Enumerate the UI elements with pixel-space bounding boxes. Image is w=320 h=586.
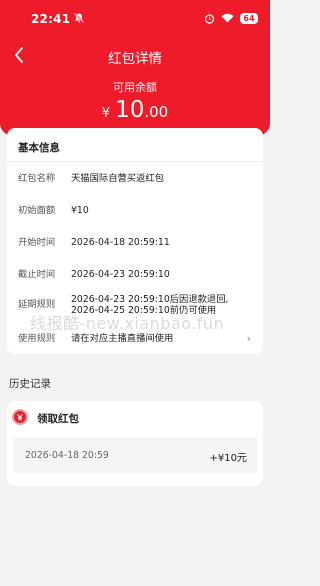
- row-key: 红包名称: [18, 173, 56, 184]
- status-bar: 22:41 64: [0, 0, 270, 38]
- chevron-right-icon[interactable]: ›: [247, 332, 251, 345]
- currency-symbol: ¥: [101, 106, 111, 121]
- history-record-name: 领取红包: [37, 413, 79, 425]
- amount-integer: 10: [115, 97, 145, 123]
- row-value: ¥10: [71, 205, 89, 216]
- amount-decimal: .00: [144, 103, 169, 121]
- status-time: 22:41: [31, 12, 71, 26]
- row-key: 开始时间: [18, 237, 56, 248]
- history-entry-amount: +¥10元: [209, 453, 247, 464]
- row-value: 2026-04-18 20:59:11: [71, 237, 170, 248]
- card-title: 基本信息: [18, 142, 60, 154]
- divider: [7, 161, 263, 162]
- basic-info-card: 基本信息 红包名称 天猫国际自营买返红包 初始面额 ¥10 开始时间 2026-…: [7, 128, 263, 354]
- row-key: 使用规则: [18, 333, 56, 344]
- balance-label: 可用余额: [113, 81, 157, 94]
- row-value: 2026-04-23 20:59:10: [71, 269, 170, 280]
- status-icons: 64: [204, 12, 258, 24]
- balance-amount: ¥10.00: [0, 97, 270, 123]
- alarm-icon: [204, 13, 215, 24]
- row-value: 请在对应主播直播间使用: [71, 333, 174, 344]
- row-value-line2: 2026-04-25 20:59:10前仍可使用: [71, 305, 217, 316]
- battery-icon: 64: [240, 12, 258, 24]
- row-key: 截止时间: [18, 269, 56, 280]
- header: 22:41 64 红包详情 可用余额 ¥10.00: [0, 0, 270, 140]
- wifi-icon: [221, 13, 234, 23]
- row-key: 延期规则: [18, 299, 56, 310]
- bell-muted-icon: [73, 12, 85, 24]
- history-title: 历史记录: [9, 378, 51, 390]
- page-title: 红包详情: [108, 51, 162, 67]
- row-value: 天猫国际自营买返红包: [71, 173, 164, 184]
- history-entry-date: 2026-04-18 20:59: [25, 450, 109, 461]
- history-entry: 2026-04-18 20:59 +¥10元: [13, 437, 257, 473]
- row-key: 初始面额: [18, 205, 56, 216]
- history-card: 领取红包 2026-04-18 20:59 +¥10元: [7, 401, 263, 486]
- red-packet-icon: [12, 409, 28, 425]
